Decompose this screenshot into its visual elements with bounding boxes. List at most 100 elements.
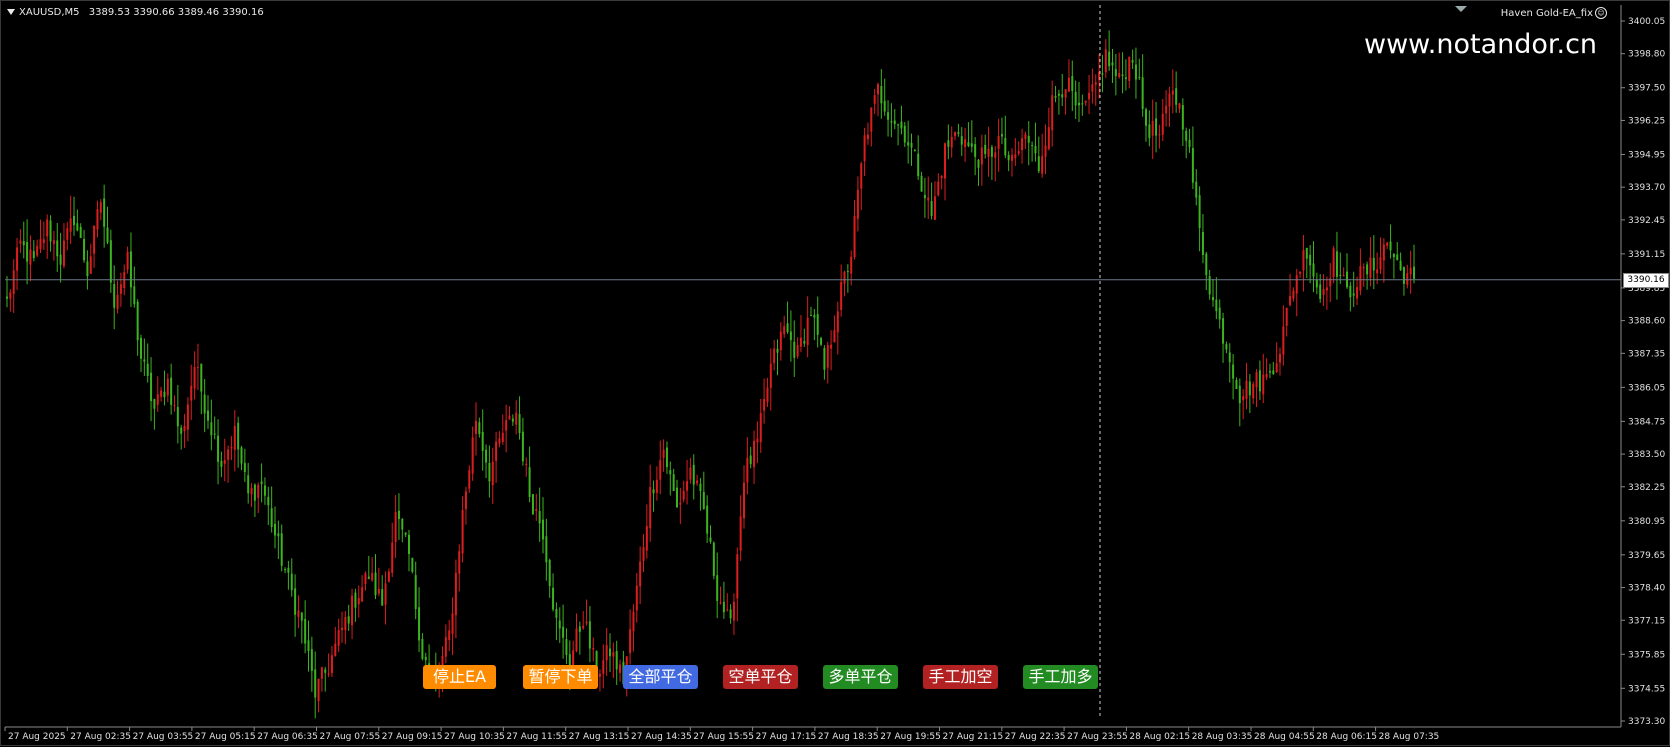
- candle-body: [93, 225, 96, 254]
- time-axis-label: 27 Aug 21:15: [943, 732, 1004, 742]
- candle-body: [1185, 130, 1188, 141]
- watermark-text: www.notandor.cn: [1364, 29, 1598, 60]
- candle-body: [1114, 69, 1117, 77]
- candle-body: [1402, 267, 1405, 284]
- candle-body: [1255, 372, 1258, 388]
- price-chart[interactable]: 3400.05 3398.80 3397.50 3396.25 3394.95 3393.…: [1, 1, 1670, 747]
- candle-body: [836, 311, 839, 333]
- candle-body: [99, 202, 102, 213]
- candle-body: [1248, 381, 1251, 396]
- candle-body: [907, 142, 910, 146]
- time-axis-label: 27 Aug 10:35: [444, 732, 505, 742]
- candle-body: [454, 572, 457, 616]
- candle-body: [418, 607, 421, 641]
- close-all-button[interactable]: 全部平仓: [623, 665, 698, 689]
- candle-body: [816, 314, 819, 335]
- candle-body: [230, 446, 233, 449]
- candle-body: [1228, 352, 1231, 363]
- candle-body: [1279, 353, 1281, 363]
- close-shorts-button[interactable]: 空单平仓: [723, 665, 798, 689]
- candle-body: [300, 612, 303, 621]
- candle-body: [176, 407, 179, 427]
- candle-body: [1238, 385, 1241, 404]
- candle-body: [511, 418, 514, 422]
- candle-body: [1342, 275, 1345, 277]
- pause-orders-button[interactable]: 暂停下单: [523, 665, 598, 689]
- candle-body: [73, 215, 75, 226]
- candle-body: [531, 494, 534, 515]
- price-axis-label: 3377.15: [1628, 616, 1665, 626]
- price-axis-label: 3373.30: [1628, 717, 1665, 727]
- symbol-info-bar: XAUUSD,M5 3389.53 3390.66 3389.46 3390.1…: [7, 7, 264, 18]
- candle-body: [990, 146, 993, 157]
- candle-body: [260, 481, 263, 485]
- candle-body: [866, 134, 869, 140]
- candle-body: [1178, 103, 1181, 109]
- chart-window[interactable]: 3400.05 3398.80 3397.50 3396.25 3394.95 3393.…: [0, 0, 1670, 746]
- candle-body: [665, 447, 668, 468]
- candle-body: [69, 218, 72, 232]
- symbol-name: XAUUSD,M5: [19, 7, 80, 18]
- candle-body: [140, 337, 142, 359]
- candle-body: [1037, 156, 1040, 172]
- candle-body: [1064, 89, 1067, 98]
- candle-body: [210, 422, 213, 436]
- candle-body: [79, 226, 82, 238]
- candle-body: [341, 627, 343, 631]
- candle-body: [173, 405, 176, 407]
- candle-body: [669, 470, 672, 475]
- candle-body: [1212, 296, 1214, 301]
- candle-body: [753, 440, 756, 468]
- candle-body: [1191, 148, 1194, 183]
- candle-body: [632, 611, 635, 632]
- candle-body: [575, 628, 578, 652]
- chart-shift-marker[interactable]: [1455, 6, 1467, 12]
- candle-body: [317, 678, 320, 702]
- candle-body: [126, 251, 129, 270]
- candle-body: [840, 282, 843, 310]
- manual-add-short-button[interactable]: 手工加空: [923, 665, 998, 689]
- candle-body: [424, 656, 427, 661]
- candle-body: [267, 496, 270, 506]
- candle-body: [1175, 88, 1178, 105]
- collapse-arrow-icon[interactable]: [7, 9, 15, 15]
- candle-body: [9, 292, 12, 299]
- candle-body: [207, 410, 209, 421]
- price-axis-label: 3397.50: [1628, 84, 1665, 94]
- candle-body: [736, 554, 739, 599]
- candle-body: [1051, 95, 1054, 131]
- candle-body: [726, 609, 729, 611]
- candle-body: [401, 518, 404, 530]
- manual-add-long-button[interactable]: 手工加多: [1023, 665, 1098, 689]
- candle-body: [1021, 138, 1024, 151]
- candle-body: [659, 460, 662, 480]
- candle-body: [170, 377, 173, 405]
- time-axis-label: 27 Aug 06:35: [257, 732, 318, 742]
- candle-body: [558, 620, 561, 629]
- candle-body: [679, 502, 682, 505]
- candle-body: [344, 617, 347, 631]
- candle-body: [776, 348, 779, 353]
- candle-body: [200, 363, 203, 392]
- candle-body: [756, 438, 759, 443]
- candle-body: [193, 367, 196, 389]
- close-longs-button[interactable]: 多单平仓: [823, 665, 898, 689]
- price-axis-label: 3375.85: [1628, 650, 1665, 660]
- candle-body: [106, 227, 109, 243]
- candle-body: [46, 219, 49, 237]
- candle-body: [280, 533, 283, 566]
- candle-body: [408, 534, 410, 554]
- candle-body: [662, 449, 665, 458]
- candle-body: [1349, 285, 1352, 298]
- candle-body: [1235, 380, 1238, 389]
- candle-body: [227, 449, 230, 460]
- candle-body: [277, 533, 280, 537]
- stop-ea-button[interactable]: 停止EA: [423, 665, 496, 689]
- candle-body: [1061, 94, 1064, 98]
- candle-body: [588, 621, 591, 649]
- candle-body: [535, 509, 538, 511]
- expert-advisor-label[interactable]: Haven Gold-EA_fix ☺: [1501, 7, 1607, 19]
- time-axis-label: 27 Aug 19:55: [880, 732, 941, 742]
- candle-body: [856, 189, 859, 219]
- candle-body: [1332, 248, 1335, 278]
